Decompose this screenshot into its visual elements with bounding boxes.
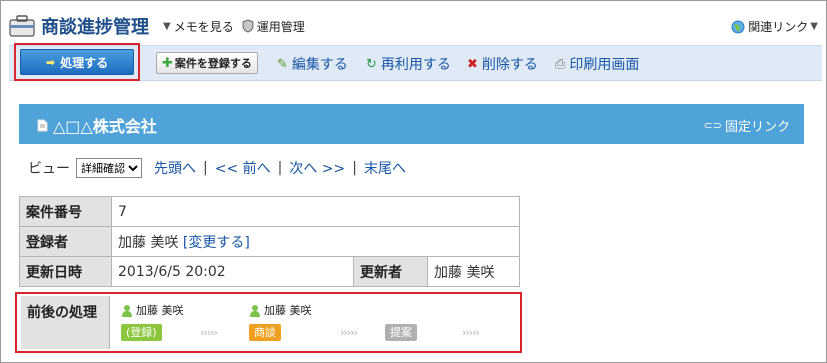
edit-label: 編集する [291,57,348,73]
table-row: 登録者 加藤 美咲 [変更する] [19,226,520,257]
briefcase-icon [9,15,35,37]
nav-separator: | [352,160,357,176]
registrant-value: 加藤 美咲 [118,234,179,251]
globe-icon [731,20,745,33]
updater-header: 更新者 [353,256,428,287]
nav-prev-link[interactable]: << 前へ [215,158,271,178]
flow-status-badge: 提案 [385,324,417,341]
person-icon [250,304,260,317]
change-registrant-link[interactable]: [変更する] [183,235,250,251]
flow-user-name: 加藤 美咲 [264,304,312,317]
register-label: 案件を登録する [174,57,252,70]
updated-header: 更新日時 [19,256,112,287]
nav-next-link[interactable]: 次へ >> [289,158,345,178]
nav-separator: | [277,160,283,176]
process-button[interactable]: ➡ 処理する [20,49,134,75]
delete-link[interactable]: ✖ 削除する [467,54,538,74]
record-header: △□△株式会社 ⊂⊃ 固定リンク [19,104,804,144]
plus-icon: ✚ [162,55,173,71]
flow-step-user: 加藤 美咲 [121,302,184,318]
related-links-menu[interactable]: 関連リンク ▼ [731,18,818,35]
chevron-down-icon: ▼ [810,21,818,32]
person-icon [122,304,132,317]
view-navigation: ビュー 詳細確認 先頭へ | << 前へ | 次へ >> | 末尾へ [28,157,406,179]
fixed-link-label: 固定リンク [724,120,790,135]
view-label: ビュー [28,161,70,177]
delete-x-icon: ✖ [467,56,478,72]
register-case-button[interactable]: ✚ 案件を登録する [156,52,258,74]
updater-value: 加藤 美咲 [427,256,520,287]
flow-header: 前後の処理 [21,296,110,349]
flow-step-user: 加藤 美咲 [249,302,312,318]
flow-highlight: 前後の処理 加藤 美咲 加藤 美咲 (登録) ››››› 商談 ››››› 提案… [15,292,522,353]
reuse-link[interactable]: ↻ 再利用する [366,54,451,74]
registrant-header: 登録者 [19,226,112,257]
document-icon [37,119,48,131]
app-title: 商談進捗管理 [41,17,149,38]
case-no-value: 7 [111,196,520,227]
pencil-icon: ✎ [277,56,288,72]
table-row: 案件番号 7 [19,196,520,227]
case-detail-table: 案件番号 7 登録者 加藤 美咲 [変更する] 更新日時 2013/6/5 20… [19,196,520,287]
updated-value: 2013/6/5 20:02 [111,256,354,287]
reuse-label: 再利用する [380,57,451,73]
table-row: 更新日時 2013/6/5 20:02 更新者 加藤 美咲 [19,256,520,287]
admin-label: 運用管理 [256,19,305,34]
nav-last-link[interactable]: 末尾へ [364,158,406,178]
edit-link[interactable]: ✎ 編集する [277,54,348,74]
admin-link[interactable]: 運用管理 [242,18,305,35]
chain-link-icon: ⊂⊃ [703,119,722,132]
case-no-header: 案件番号 [19,196,112,227]
flow-arrows-icon: ››››› [200,326,218,339]
memo-label: メモを見る [173,19,234,34]
related-label: 関連リンク [748,20,809,34]
printer-icon: ⎙ [555,56,566,72]
app-titlebar: 商談進捗管理 ▼ メモを見る 運用管理 [9,11,313,41]
delete-label: 削除する [481,57,538,73]
nav-first-link[interactable]: 先頭へ [154,158,196,178]
nav-separator: | [203,160,208,176]
arrow-right-icon: ➡ [45,55,56,69]
flow-status-badge: 商談 [249,324,281,341]
fixed-link[interactable]: ⊂⊃ 固定リンク [704,116,790,135]
window-frame: 商談進捗管理 ▼ メモを見る 運用管理 関連リンク ▼ ➡ 処理する ✚ 案件を… [0,0,827,363]
flow-user-name: 加藤 美咲 [136,304,184,317]
process-label: 処理する [60,55,109,70]
process-highlight: ➡ 処理する [14,43,140,81]
dropdown-triangle-icon: ▼ [163,20,171,32]
flow-arrows-icon: ››››› [462,326,480,339]
view-select[interactable]: 詳細確認 [76,158,142,178]
record-title-text: △□△株式会社 [53,117,157,136]
print-link[interactable]: ⎙ 印刷用画面 [555,54,639,74]
shield-icon [242,19,254,33]
action-toolbar: ➡ 処理する ✚ 案件を登録する ✎ 編集する ↻ 再利用する ✖ 削除する ⎙… [9,43,822,81]
record-title: △□△株式会社 [37,113,157,137]
recycle-icon: ↻ [366,56,377,72]
flow-status-badge: (登録) [121,324,162,341]
registrant-cell: 加藤 美咲 [変更する] [111,226,520,257]
print-label: 印刷用画面 [569,57,640,73]
flow-arrows-icon: ››››› [340,326,358,339]
memo-link[interactable]: ▼ メモを見る [163,18,234,35]
